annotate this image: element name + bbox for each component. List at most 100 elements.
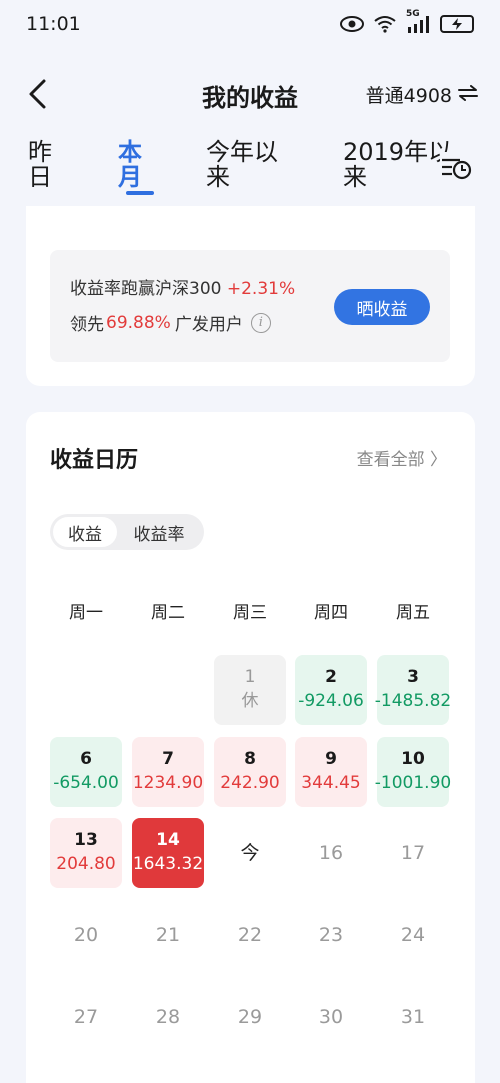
- summary-card: 收益率跑赢沪深300 +2.31% 领先 69.88% 广发用户 i 晒收益: [26, 206, 475, 386]
- tab-year-to-date[interactable]: 今年以 来: [206, 140, 278, 190]
- calendar-day-cell[interactable]: 22: [214, 900, 286, 970]
- calendar-day-cell[interactable]: 23: [295, 900, 367, 970]
- earnings-calendar-card: 收益日历 查看全部 〉 收益 收益率 周一 周二 周三 周四 周五 1 休 2 -92…: [26, 412, 475, 1083]
- day-number: 13: [74, 830, 98, 850]
- tab-yesterday[interactable]: 昨 日: [28, 140, 52, 190]
- status-bar: 11:01 5G: [0, 0, 500, 48]
- calendar-day-cell[interactable]: 24: [377, 900, 449, 970]
- calendar-day-cell[interactable]: 1休: [214, 655, 286, 725]
- day-earnings-value: -1001.90: [374, 773, 452, 793]
- day-earnings-value: -654.00: [53, 773, 119, 793]
- day-number: 31: [400, 1006, 426, 1028]
- day-earnings-value: 1234.90: [132, 773, 204, 793]
- weekday-label: 周二: [151, 603, 185, 623]
- toggle-earnings[interactable]: 收益: [53, 517, 117, 547]
- day-number: 28: [155, 1006, 181, 1028]
- earnings-mode-toggle: 收益 收益率: [50, 514, 204, 550]
- day-number: 10: [401, 749, 425, 769]
- calendar-day-cell[interactable]: 30: [295, 982, 367, 1052]
- day-number: 14: [156, 830, 180, 850]
- weekday-label: 周一: [69, 603, 103, 623]
- calendar-day-cell[interactable]: 16: [295, 818, 367, 888]
- day-number: 29: [237, 1006, 263, 1028]
- day-number: 20: [73, 924, 99, 946]
- calendar-day-cell[interactable]: 28: [132, 982, 204, 1052]
- day-earnings-value: 1643.32: [132, 854, 204, 874]
- benchmark-compare-text: 收益率跑赢沪深300 +2.31%: [70, 274, 295, 299]
- day-number: 8: [244, 749, 256, 769]
- tab-label: 来: [206, 163, 230, 191]
- weekday-header: 周一 周二 周三 周四 周五: [26, 598, 475, 623]
- calendar-day-cell[interactable]: 13 204.80: [50, 818, 122, 888]
- lead-suffix: 广发用户: [174, 315, 243, 335]
- calendar-day-cell[interactable]: 2 -924.06: [295, 655, 367, 725]
- day-number: 2: [325, 667, 337, 687]
- calendar-day-cell[interactable]: 10 -1001.90: [374, 737, 452, 807]
- day-number: 3: [407, 667, 419, 687]
- calendar-day-cell[interactable]: 8 242.90: [214, 737, 286, 807]
- day-number: 今: [240, 842, 260, 864]
- benchmark-compare-box: 收益率跑赢沪深300 +2.31% 领先 69.88% 广发用户 i 晒收益: [50, 250, 450, 362]
- signal-icon: 5G: [406, 9, 430, 33]
- day-earnings-value: 204.80: [56, 854, 116, 874]
- calendar-day-cell[interactable]: 14 1643.32: [132, 818, 204, 888]
- day-number: 24: [400, 924, 426, 946]
- day-earnings-value: 344.45: [301, 773, 361, 793]
- day-number: 9: [325, 749, 337, 769]
- status-icons: 5G: [340, 9, 474, 33]
- day-number: 7: [162, 749, 174, 769]
- history-filter-icon[interactable]: [440, 152, 474, 182]
- toggle-earnings-rate[interactable]: 收益率: [117, 517, 201, 547]
- day-number: 23: [318, 924, 344, 946]
- battery-icon: [440, 15, 474, 33]
- info-icon[interactable]: i: [250, 312, 271, 333]
- calendar-day-cell[interactable]: 27: [50, 982, 122, 1052]
- wifi-icon: [374, 15, 396, 33]
- tab-label: 本: [118, 138, 142, 166]
- calendar-day-cell[interactable]: 20: [50, 900, 122, 970]
- swap-arrows-icon: [458, 84, 478, 106]
- day-number: 22: [237, 924, 263, 946]
- weekday-label: 周五: [396, 603, 430, 623]
- calendar-day-cell[interactable]: 21: [132, 900, 204, 970]
- compare-value: +2.31%: [226, 279, 296, 299]
- tab-label: 来: [343, 163, 367, 191]
- weekday-label: 周四: [314, 603, 348, 623]
- tab-label: 日: [28, 163, 52, 191]
- active-tab-indicator: [126, 191, 154, 195]
- share-earnings-button[interactable]: 晒收益: [334, 289, 430, 325]
- weekday-label: 周三: [233, 603, 267, 623]
- day-earnings-value: 242.90: [220, 773, 280, 793]
- view-all-link[interactable]: 查看全部 〉: [357, 445, 447, 470]
- calendar-day-cell[interactable]: 17: [377, 818, 449, 888]
- calendar-title: 收益日历: [50, 448, 139, 473]
- tab-since-2019[interactable]: 2019年以 来: [343, 140, 452, 190]
- holiday-label: 休: [241, 691, 259, 711]
- calendar-day-cell[interactable]: 31: [377, 982, 449, 1052]
- account-switch[interactable]: 普通4908: [366, 81, 478, 108]
- account-label: 普通4908: [365, 85, 452, 107]
- tab-label: 2019年以: [343, 138, 453, 166]
- lead-users-text: 领先 69.88% 广发用户 i: [70, 310, 271, 335]
- compare-label: 收益率跑赢沪深300: [70, 279, 222, 299]
- calendar-day-cell[interactable]: 9 344.45: [295, 737, 367, 807]
- day-number: 16: [318, 842, 344, 864]
- tab-label: 今年以: [206, 138, 278, 166]
- calendar-day-cell[interactable]: 今: [214, 818, 286, 888]
- status-time: 11:01: [26, 13, 81, 35]
- tab-this-month[interactable]: 本 月: [118, 140, 142, 190]
- day-number: 27: [73, 1006, 99, 1028]
- day-number: 6: [80, 749, 92, 769]
- lead-prefix: 领先: [70, 315, 104, 335]
- day-earnings-value: -1485.82: [374, 691, 452, 711]
- calendar-day-cell[interactable]: 7 1234.90: [132, 737, 204, 807]
- day-number: 30: [318, 1006, 344, 1028]
- eye-icon: [340, 16, 364, 32]
- calendar-day-cell[interactable]: 29: [214, 982, 286, 1052]
- calendar-day-cell[interactable]: 6 -654.00: [50, 737, 122, 807]
- period-tabs: 昨 日 本 月 今年以 来 2019年以 来: [0, 140, 500, 202]
- calendar-day-cell[interactable]: 3 -1485.82: [374, 655, 452, 725]
- tab-label: 月: [118, 163, 142, 191]
- day-number: 17: [400, 842, 426, 864]
- day-number: 21: [155, 924, 181, 946]
